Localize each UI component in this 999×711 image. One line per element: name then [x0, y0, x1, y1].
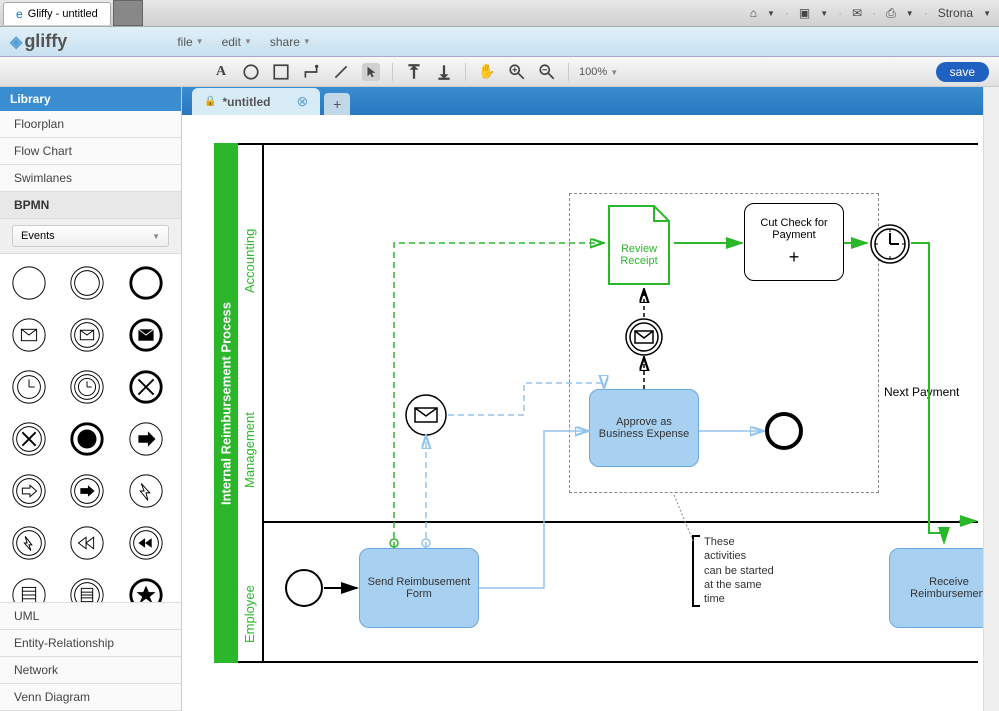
lane-border: [264, 143, 978, 145]
document-title: *untitled: [222, 95, 270, 109]
app-menus: file▼ edit▼ share▼: [177, 35, 311, 49]
sidebar-cat-bpmn[interactable]: BPMN: [0, 192, 181, 219]
close-tab-icon[interactable]: ⊗: [296, 93, 308, 110]
plus-icon: +: [789, 247, 800, 268]
sidebar-cat-network[interactable]: Network: [0, 657, 181, 684]
mail-icon[interactable]: ✉: [852, 6, 862, 20]
canvas-area: 🔒 *untitled ⊗ + Internal Reimbursement P…: [182, 87, 999, 711]
circle-tool[interactable]: [242, 63, 260, 81]
bring-front-icon[interactable]: [405, 63, 423, 81]
menu-file[interactable]: file▼: [177, 35, 203, 49]
bpmn-timer-intermediate[interactable]: [66, 366, 108, 408]
bpmn-rule-intermediate[interactable]: [66, 574, 108, 603]
rss-icon[interactable]: ▣: [799, 6, 810, 20]
bpmn-start-event[interactable]: [8, 262, 50, 304]
shapes-panel: [0, 253, 181, 603]
bpmn-link-catch[interactable]: [8, 470, 50, 512]
label-next-payment: Next Payment: [884, 385, 959, 399]
lane-border: [238, 661, 978, 663]
pan-tool[interactable]: ✋: [478, 63, 496, 81]
bpmn-intermediate-event[interactable]: [66, 262, 108, 304]
bpmn-signal-event[interactable]: [125, 470, 167, 512]
bpmn-rule-start[interactable]: [8, 574, 50, 603]
text-tool[interactable]: A: [212, 63, 230, 81]
app-header: ◈ gliffy file▼ edit▼ share▼: [0, 27, 999, 57]
browser-chrome: e Gliffy - untitled ⌂▼ · ▣▼ · ✉ · ⎙▼ · S…: [0, 0, 999, 27]
zoom-in-icon[interactable]: [508, 63, 526, 81]
sidebar-cat-floorplan[interactable]: Floorplan: [0, 111, 181, 138]
connector-tool[interactable]: [302, 63, 320, 81]
canvas[interactable]: Internal Reimbursement Process Accountin…: [182, 115, 999, 711]
page-menu[interactable]: Strona: [938, 6, 973, 20]
lane-border: [264, 521, 978, 523]
events-dropdown[interactable]: Events▼: [12, 225, 169, 247]
menu-edit[interactable]: edit▼: [222, 35, 252, 49]
note-bracket: [692, 535, 700, 607]
zoom-out-icon[interactable]: [538, 63, 556, 81]
bpmn-message-intermediate[interactable]: [66, 314, 108, 356]
bpmn-timer-start[interactable]: [8, 366, 50, 408]
node-message-catch[interactable]: [404, 393, 448, 437]
toolbar: A ✋ 100% ▼ save: [0, 57, 999, 87]
node-approve-expense[interactable]: Approve as Business Expense: [589, 389, 699, 467]
line-tool[interactable]: [332, 63, 350, 81]
document-tab[interactable]: 🔒 *untitled ⊗: [192, 88, 320, 115]
new-tab-button[interactable]: [113, 0, 143, 26]
pointer-tool[interactable]: [362, 63, 380, 81]
node-send-form[interactable]: Send Reimbusement Form: [359, 548, 479, 628]
sidebar-cat-er[interactable]: Entity-Relationship: [0, 630, 181, 657]
gliffy-logo: ◈ gliffy: [10, 31, 67, 52]
ie-icon: e: [16, 7, 23, 21]
bpmn-cancel-intermediate[interactable]: [8, 418, 50, 460]
bpmn-link-intermediate-throw[interactable]: [66, 470, 108, 512]
chevron-down-icon: ▼: [152, 232, 160, 241]
node-review-receipt[interactable]: Review Receipt: [604, 201, 674, 289]
diagram: Internal Reimbursement Process Accountin…: [204, 143, 984, 703]
bpmn-message-start[interactable]: [8, 314, 50, 356]
browser-tab-title: Gliffy - untitled: [28, 8, 98, 20]
home-icon[interactable]: ⌂: [750, 6, 757, 20]
lane-label-management[interactable]: Management: [242, 388, 257, 488]
browser-tab[interactable]: e Gliffy - untitled: [3, 2, 111, 25]
node-start-event[interactable]: [284, 568, 324, 608]
square-tool[interactable]: [272, 63, 290, 81]
node-end-event-management[interactable]: [764, 411, 804, 451]
bpmn-message-end[interactable]: [125, 314, 167, 356]
sidebar: Library Floorplan Flow Chart Swimlanes B…: [0, 87, 182, 711]
node-message-event[interactable]: [624, 317, 664, 357]
browser-toolbar: ⌂▼ · ▣▼ · ✉ · ⎙▼ · Strona▼: [750, 6, 991, 21]
menu-share[interactable]: share▼: [270, 35, 311, 49]
lane-label-employee[interactable]: Employee: [242, 563, 257, 643]
note-text: These activities can be started at the s…: [704, 535, 794, 606]
bpmn-signal-intermediate[interactable]: [8, 522, 50, 564]
bpmn-terminate-end[interactable]: [66, 418, 108, 460]
sidebar-header: Library: [0, 87, 181, 111]
bpmn-cancel-end[interactable]: [125, 366, 167, 408]
pool-title: Internal Reimbursement Process: [214, 143, 238, 663]
bpmn-compensation-throw[interactable]: [125, 522, 167, 564]
node-timer-event[interactable]: [869, 223, 911, 265]
node-cut-check[interactable]: Cut Check for Payment +: [744, 203, 844, 281]
bpmn-link-throw[interactable]: [125, 418, 167, 460]
save-button[interactable]: save: [936, 62, 989, 82]
zoom-dropdown[interactable]: 100% ▼: [569, 66, 628, 78]
bpmn-multiple-end[interactable]: [125, 574, 167, 603]
logo-text: gliffy: [24, 31, 67, 52]
print-icon[interactable]: ⎙: [886, 6, 896, 21]
sidebar-cat-venn[interactable]: Venn Diagram: [0, 684, 181, 711]
gliffy-logo-icon: ◈: [10, 32, 22, 52]
send-back-icon[interactable]: [435, 63, 453, 81]
vertical-scrollbar[interactable]: [983, 87, 999, 711]
bpmn-end-event[interactable]: [125, 262, 167, 304]
sidebar-cat-swimlanes[interactable]: Swimlanes: [0, 165, 181, 192]
add-tab-button[interactable]: +: [324, 93, 350, 115]
sidebar-cat-flowchart[interactable]: Flow Chart: [0, 138, 181, 165]
bpmn-compensation-catch[interactable]: [66, 522, 108, 564]
lane-label-accounting[interactable]: Accounting: [242, 193, 257, 293]
sidebar-cat-uml[interactable]: UML: [0, 603, 181, 630]
tabs-bar: 🔒 *untitled ⊗ +: [182, 87, 999, 115]
lock-icon: 🔒: [204, 96, 216, 107]
